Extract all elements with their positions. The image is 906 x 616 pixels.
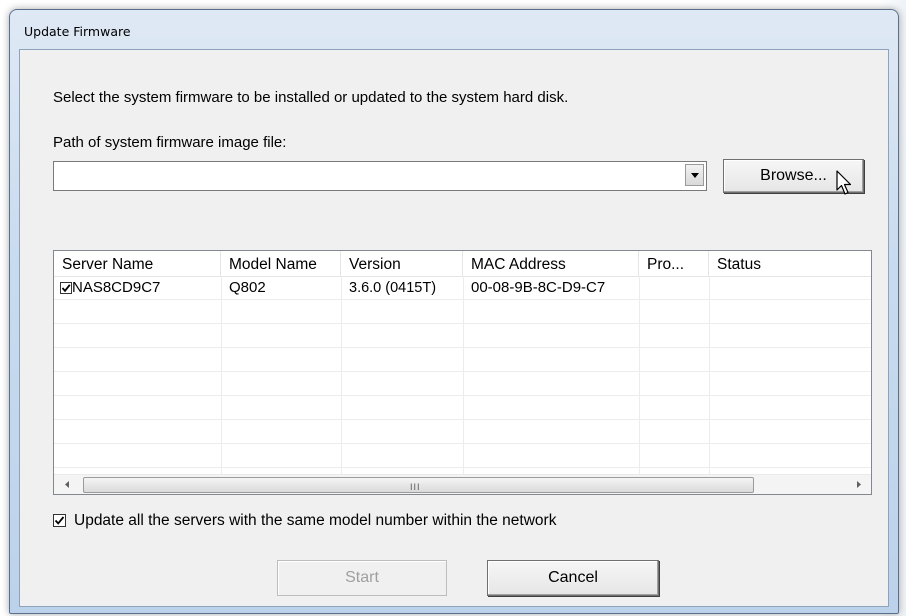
scroll-left-button[interactable] (58, 475, 75, 494)
version-cell: 3.6.0 (0415T) (349, 280, 437, 296)
cancel-button[interactable]: Cancel (487, 560, 659, 596)
column-status[interactable]: Status (709, 251, 871, 276)
status-cell (709, 276, 871, 300)
update-all-label: Update all the servers with the same mod… (74, 512, 557, 529)
path-label: Path of system firmware image file: (53, 134, 287, 151)
empty-row (54, 420, 871, 444)
column-model-name[interactable]: Model Name (221, 251, 341, 276)
update-firmware-dialog: Update Firmware Select the system firmwa… (9, 9, 899, 614)
mouse-pointer-icon (836, 170, 852, 195)
server-name-cell: NAS8CD9C7 (54, 276, 221, 300)
empty-row (54, 396, 871, 420)
scrollbar-thumb[interactable]: III (83, 477, 754, 493)
server-name-value: NAS8CD9C7 (72, 279, 161, 296)
empty-row (54, 300, 871, 324)
triangle-right-icon (857, 481, 861, 488)
firmware-path-combobox[interactable] (53, 161, 707, 191)
model-name-cell: Q802 (229, 279, 266, 296)
column-version[interactable]: Version (341, 251, 463, 276)
scrollbar-grip: III (410, 482, 421, 492)
update-all-checkbox[interactable] (53, 514, 66, 527)
title-bar[interactable]: Update Firmware (10, 10, 898, 50)
row-checkbox[interactable] (60, 282, 72, 294)
start-button[interactable]: Start (277, 560, 447, 596)
dialog-client-area: Select the system firmware to be install… (19, 49, 889, 607)
combo-dropdown-button[interactable] (685, 164, 704, 186)
horizontal-scrollbar[interactable]: III (54, 474, 871, 494)
progress-cell (639, 276, 709, 300)
server-list[interactable]: Server Name Model Name Version MAC Addre… (53, 250, 872, 495)
empty-row (54, 444, 871, 468)
triangle-down-icon (691, 173, 699, 178)
start-button-label: Start (345, 569, 379, 586)
window-title: Update Firmware (24, 24, 131, 39)
checkmark-icon (61, 284, 71, 293)
triangle-left-icon (65, 481, 69, 488)
firmware-path-input[interactable] (54, 162, 682, 190)
list-header: Server Name Model Name Version MAC Addre… (54, 251, 871, 277)
update-all-option[interactable]: Update all the servers with the same mod… (53, 512, 556, 530)
column-server-name[interactable]: Server Name (54, 251, 221, 276)
list-body: NAS8CD9C7 Q802 3.6.0 (0415T) 00-08-9B-8C… (54, 276, 871, 474)
column-mac-address[interactable]: MAC Address (463, 251, 639, 276)
instruction-text: Select the system firmware to be install… (53, 89, 569, 106)
mac-address-cell: 00-08-9B-8C-D9-C7 (471, 279, 606, 296)
checkmark-icon (54, 516, 65, 525)
cancel-button-label: Cancel (548, 569, 598, 586)
empty-row (54, 372, 871, 396)
scroll-right-button[interactable] (850, 475, 867, 494)
empty-row (54, 348, 871, 372)
column-progress[interactable]: Pro... (639, 251, 709, 276)
empty-row (54, 324, 871, 348)
table-row[interactable]: NAS8CD9C7 Q802 3.6.0 (0415T) 00-08-9B-8C… (54, 276, 871, 300)
